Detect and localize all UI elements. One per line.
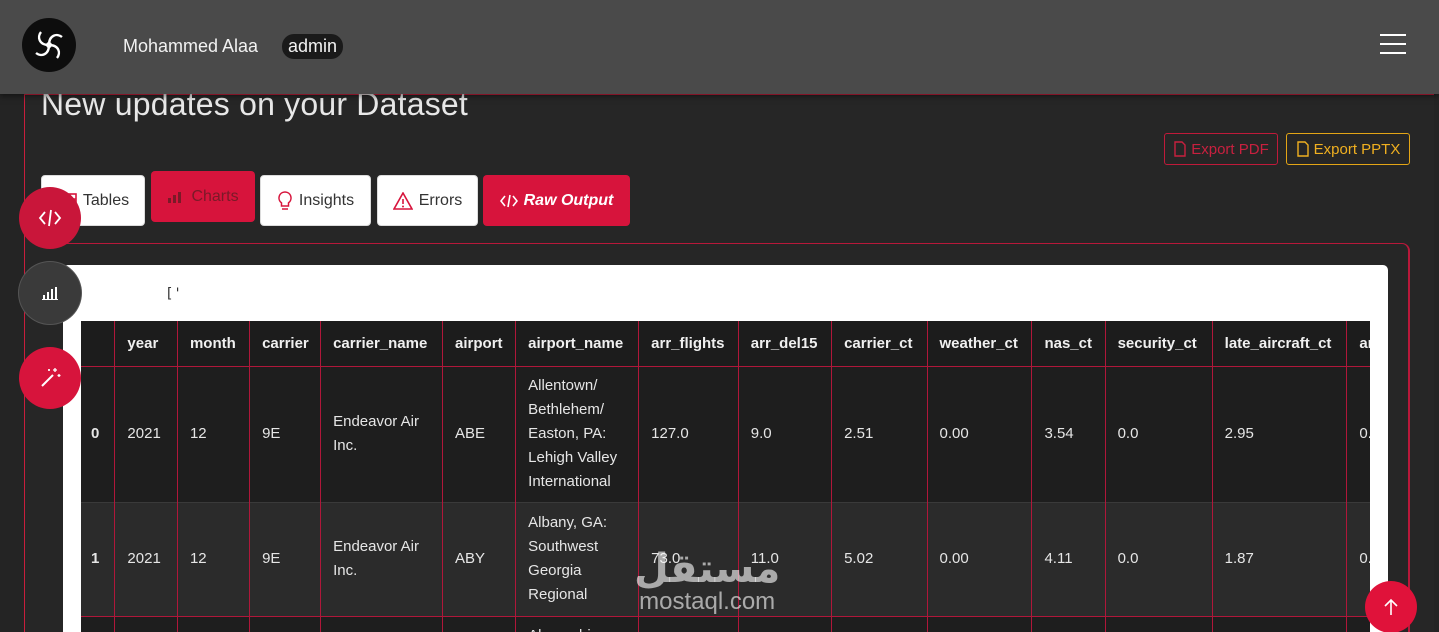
table-cell: 9E — [249, 366, 322, 502]
table-cell: 0.0 — [1105, 366, 1213, 502]
table-cell: 9.0 — [738, 366, 833, 502]
table-cell: Albany, GA: Southwest Georgia Regional — [515, 501, 640, 616]
bar-chart-icon — [168, 191, 182, 203]
table-cell — [249, 615, 322, 632]
table-cell — [81, 615, 116, 632]
table-cell: 2.95 — [1212, 366, 1348, 502]
watermark-arabic: مستقل — [634, 547, 781, 591]
table-cell: 4.11 — [1031, 501, 1106, 616]
column-header[interactable]: security_ct — [1105, 321, 1213, 367]
table-cell — [638, 615, 739, 632]
export-pdf-label: Export PDF — [1191, 140, 1269, 158]
column-header[interactable]: arr_cancelle — [1346, 321, 1370, 367]
code-icon — [499, 194, 518, 207]
column-header[interactable]: year — [114, 321, 178, 367]
scroll-to-top-button[interactable] — [1365, 581, 1417, 632]
column-header[interactable]: arr_flights — [638, 321, 739, 367]
raw-output-prefix: [' — [165, 286, 182, 302]
table-cell — [320, 615, 444, 632]
table-cell: 2021 — [114, 366, 178, 502]
table-cell: 2021 — [114, 501, 178, 616]
magic-wand-icon — [41, 368, 61, 387]
app-logo[interactable] — [22, 18, 76, 72]
table-cell: 5.02 — [831, 501, 928, 616]
column-header[interactable] — [81, 321, 116, 367]
table-cell — [738, 615, 833, 632]
file-icon — [1296, 141, 1309, 157]
tab-insights[interactable]: Insights — [260, 175, 371, 226]
table-cell — [114, 615, 178, 632]
table-cell: ABY — [442, 501, 517, 616]
table-cell: 3.54 — [1031, 366, 1106, 502]
column-header[interactable]: nas_ct — [1031, 321, 1106, 367]
file-icon — [1174, 141, 1186, 157]
side-magic-button[interactable] — [19, 347, 81, 409]
side-code-button[interactable] — [19, 187, 81, 249]
table-cell: ABE — [442, 366, 517, 502]
table-cell: 1 — [81, 501, 116, 616]
export-pdf-button[interactable]: Export PDF — [1164, 133, 1278, 165]
tab-label: Charts — [191, 187, 239, 205]
table-cell — [1105, 615, 1213, 632]
table-row: Alexandria, — [81, 615, 1370, 632]
bar-chart-icon — [42, 287, 58, 300]
table-cell: 12 — [177, 501, 251, 616]
column-header[interactable]: carrier — [249, 321, 322, 367]
table-cell — [1346, 615, 1370, 632]
table-cell: Endeavor Air Inc. — [320, 501, 444, 616]
table-header-row: year month carrier carrier_name airport … — [81, 321, 1370, 367]
export-pptx-button[interactable]: Export PPTX — [1286, 133, 1410, 165]
swirl-logo-icon — [35, 31, 63, 59]
column-header[interactable]: arr_del15 — [738, 321, 833, 367]
tab-label: Errors — [418, 191, 463, 209]
table-row: 0 2021 12 9E Endeavor Air Inc. ABE Allen… — [81, 366, 1370, 502]
column-header[interactable]: airport_name — [515, 321, 640, 367]
tab-label: Raw Output — [523, 191, 614, 209]
table-cell — [177, 615, 251, 632]
table-cell: Allentown/ Bethlehem/ Easton, PA: Lehigh… — [515, 366, 640, 502]
tab-label: Insights — [298, 191, 355, 209]
table-cell — [1031, 615, 1106, 632]
arrow-up-icon — [1384, 598, 1398, 615]
table-cell: 2.51 — [831, 366, 928, 502]
top-bar: Mohammed Alaa admin — [0, 0, 1439, 94]
table-cell: 0.0 — [1346, 366, 1370, 502]
column-header[interactable]: carrier_name — [320, 321, 444, 367]
tab-label: Tables — [82, 191, 130, 209]
lightbulb-icon — [278, 190, 292, 210]
table-cell — [927, 615, 1033, 632]
table-cell: 9E — [249, 501, 322, 616]
table-cell — [1212, 615, 1348, 632]
table-cell: 0.00 — [927, 366, 1033, 502]
table-cell: 12 — [177, 366, 251, 502]
tab-errors[interactable]: Errors — [377, 175, 478, 226]
warning-icon — [392, 191, 413, 210]
user-name: Mohammed Alaa — [123, 36, 259, 56]
hamburger-icon[interactable] — [1380, 34, 1406, 56]
watermark: مستقل mostaql.com — [634, 548, 780, 614]
table-cell: 127.0 — [638, 366, 739, 502]
column-header[interactable]: weather_ct — [927, 321, 1033, 367]
column-header[interactable]: month — [177, 321, 251, 367]
table-cell — [831, 615, 928, 632]
table-cell: Endeavor Air Inc. — [320, 366, 444, 502]
code-icon — [38, 209, 62, 227]
column-header[interactable]: carrier_ct — [831, 321, 928, 367]
table-cell: 0 — [81, 366, 116, 502]
table-cell: Alexandria, — [515, 615, 640, 632]
table-cell — [442, 615, 517, 632]
table-cell: 0.00 — [927, 501, 1033, 616]
column-header[interactable]: airport — [442, 321, 517, 367]
column-header[interactable]: late_aircraft_ct — [1212, 321, 1348, 367]
tab-charts[interactable]: Charts — [151, 171, 255, 222]
watermark-latin: mostaql.com — [639, 588, 776, 615]
table-cell: 1.87 — [1212, 501, 1348, 616]
app-root: Mohammed Alaa admin New updates on your … — [0, 0, 1439, 632]
side-chart-button[interactable] — [19, 262, 81, 324]
table-cell: 0.0 — [1105, 501, 1213, 616]
tab-raw-output[interactable]: Raw Output — [483, 175, 630, 226]
export-pptx-label: Export PPTX — [1313, 140, 1401, 158]
role-badge: admin — [282, 34, 344, 59]
